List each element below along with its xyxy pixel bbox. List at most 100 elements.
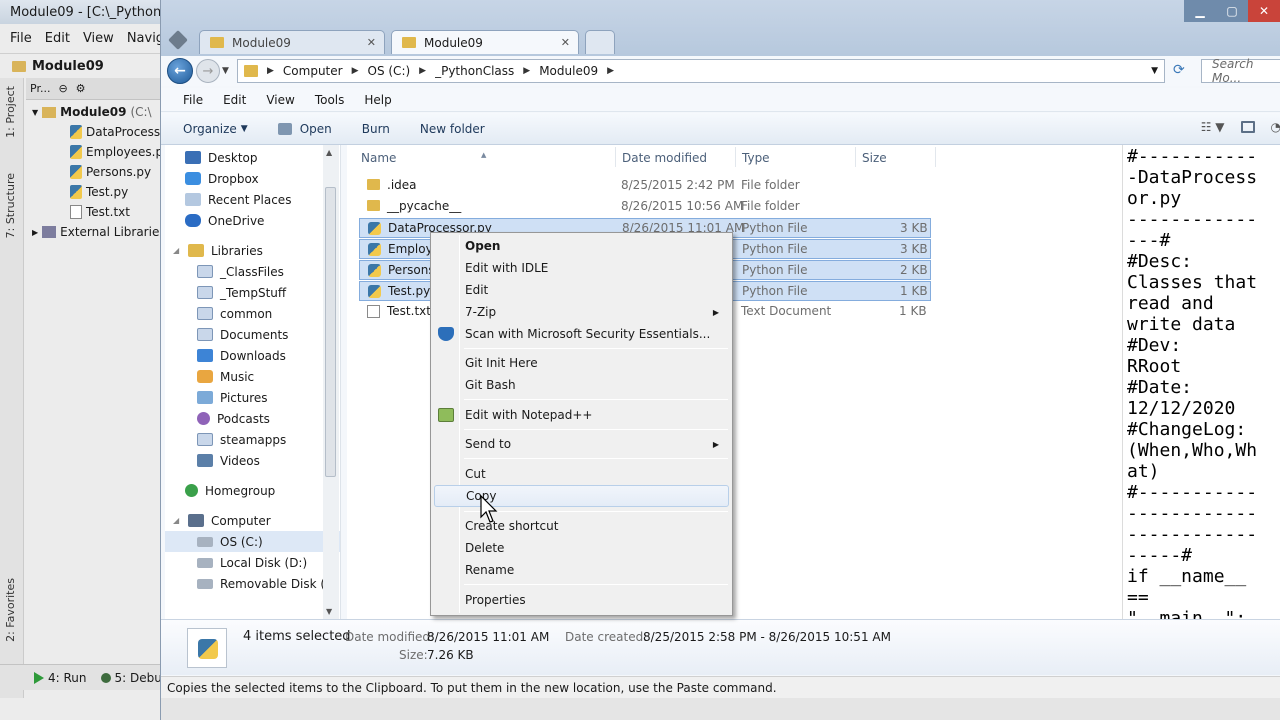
menu-item-open[interactable]: Open [434,235,729,257]
project-panel-label[interactable]: Pr... [30,82,50,95]
settings-icon[interactable]: ⚙ [76,82,86,95]
address-dropdown-icon[interactable]: ▼ [1151,66,1158,76]
file-row[interactable]: .idea 8/25/2015 2:42 PM File folder [359,176,931,196]
menu-item-edit[interactable]: Edit [434,279,729,301]
open-button[interactable]: Open [277,122,332,136]
nav-item-library[interactable]: Videos [165,450,340,471]
tree-item[interactable]: DataProcessor.py [26,122,160,142]
minimize-icon[interactable]: ▁ [1184,0,1216,22]
nav-item-drive-f[interactable]: Removable Disk (F:) [165,573,340,594]
nav-item-library[interactable]: Pictures [165,387,340,408]
menu-item-git-bash[interactable]: Git Bash [434,374,729,396]
column-divider[interactable] [615,147,616,167]
expand-arrow-icon[interactable]: ◢ [173,516,181,525]
structure-tool-tab[interactable]: 7: Structure [4,173,17,238]
nav-item-libraries[interactable]: ◢ Libraries [165,240,340,261]
expand-arrow-icon[interactable]: ◢ [173,246,181,255]
nav-item-library[interactable]: common [165,303,340,324]
menu-item-properties[interactable]: Properties [434,589,729,611]
menu-item-git-init[interactable]: Git Init Here [434,352,729,374]
menu-tools[interactable]: Tools [315,93,345,107]
nav-item-computer[interactable]: ◢ Computer [165,510,340,531]
expand-arrow-icon[interactable]: ▶ [32,228,38,237]
search-input[interactable]: Search Mo... [1201,57,1280,85]
nav-item-library[interactable]: steamapps [165,429,340,450]
organize-button[interactable]: Organize ▼ [183,122,248,136]
nav-item-library[interactable]: _TempStuff [165,282,340,303]
breadcrumb-os-c[interactable]: OS (C:) [368,64,411,78]
address-bar[interactable]: ▶ Computer ▶ OS (C:) ▶ _PythonClass ▶ Mo… [237,59,1165,83]
forward-arrow-icon[interactable]: → [196,59,220,83]
navigation-scrollbar[interactable]: ▲ ▼ [323,145,339,619]
menu-item-notepad[interactable]: Edit with Notepad++ [434,404,729,426]
tab-module09-active[interactable]: Module09 ✕ [391,30,579,54]
pycharm-breadcrumb[interactable]: Module09 [0,54,160,78]
tree-external-libraries[interactable]: ▶ External Libraries [26,222,160,242]
breadcrumb-module09[interactable]: Module09 [539,64,598,78]
tree-item[interactable]: Employees.py [26,142,160,162]
maximize-icon[interactable]: ▢ [1216,0,1248,22]
new-folder-button[interactable]: New folder [420,122,485,136]
nav-item-drive-c[interactable]: OS (C:) [165,531,340,552]
tab-close-icon[interactable]: ✕ [367,36,376,49]
breadcrumb-separator-icon[interactable]: ▶ [523,66,530,76]
back-arrow-icon[interactable]: ← [167,58,193,84]
menu-file[interactable]: File [183,93,203,107]
menu-item-send-to[interactable]: Send to ▶ [434,433,729,455]
pycharm-menu-edit[interactable]: Edit [45,31,70,46]
menu-item-rename[interactable]: Rename [434,559,729,581]
tree-item[interactable]: Test.txt [26,202,160,222]
help-icon[interactable]: ◔ [1271,120,1280,134]
column-header-size[interactable]: Size [862,151,887,165]
scroll-down-icon[interactable]: ▼ [326,607,332,616]
pycharm-menu-view[interactable]: View [83,31,114,46]
history-dropdown-icon[interactable]: ▼ [222,66,229,76]
menu-item-7zip[interactable]: 7-Zip ▶ [434,301,729,323]
column-divider[interactable] [935,147,936,167]
column-divider[interactable] [735,147,736,167]
project-tool-tab[interactable]: 1: Project [4,86,17,138]
menu-help[interactable]: Help [364,93,391,107]
nav-item-recent-places[interactable]: Recent Places [165,189,340,210]
tree-root[interactable]: ▼ Module09 (C:\ [26,102,160,122]
pin-icon[interactable] [168,30,188,50]
refresh-icon[interactable]: ⟳ [1173,62,1193,80]
tab-close-icon[interactable]: ✕ [561,36,570,49]
burn-button[interactable]: Burn [362,122,390,136]
breadcrumb-separator-icon[interactable]: ▶ [419,66,426,76]
nav-item-library[interactable]: Downloads [165,345,340,366]
file-row[interactable]: __pycache__ 8/26/2015 10:56 AM File fold… [359,197,931,217]
breadcrumb-computer[interactable]: Computer [283,64,343,78]
breadcrumb-pythonclass[interactable]: _PythonClass [435,64,514,78]
code-editor[interactable]: #----------- -DataProcess or.py -----------… [1117,145,1280,619]
nav-item-library[interactable]: _ClassFiles [165,261,340,282]
scroll-up-icon[interactable]: ▲ [326,148,332,157]
menu-edit[interactable]: Edit [223,93,246,107]
column-header-date[interactable]: Date modified [622,151,707,165]
debug-tool-tab[interactable]: 5: Debu [100,671,162,685]
nav-item-library[interactable]: Podcasts [165,408,340,429]
menu-item-edit-with-idle[interactable]: Edit with IDLE [434,257,729,279]
menu-item-cut[interactable]: Cut [434,463,729,485]
nav-item-dropbox[interactable]: Dropbox [165,168,340,189]
breadcrumb-separator-icon[interactable]: ▶ [267,66,274,76]
nav-item-homegroup[interactable]: Homegroup [165,480,340,501]
tree-item[interactable]: Persons.py [26,162,160,182]
nav-item-library[interactable]: Music [165,366,340,387]
favorites-tool-tab[interactable]: 2: Favorites [4,578,17,642]
preview-pane-icon[interactable] [1240,121,1255,133]
view-options-icon[interactable]: ☷ ▼ [1201,120,1225,134]
breadcrumb-separator-icon[interactable]: ▶ [352,66,359,76]
nav-item-library[interactable]: Documents [165,324,340,345]
breadcrumb-separator-icon[interactable]: ▶ [607,66,614,76]
expand-arrow-icon[interactable]: ▼ [32,108,38,117]
column-header-name[interactable]: Name [361,151,396,165]
nav-item-onedrive[interactable]: OneDrive [165,210,340,231]
menu-item-scan[interactable]: Scan with Microsoft Security Essentials.… [434,323,729,345]
column-header-type[interactable]: Type [742,151,770,165]
tree-item[interactable]: Test.py [26,182,160,202]
collapse-icon[interactable]: ⊖ [58,82,67,95]
new-tab-button[interactable] [585,30,615,54]
column-divider[interactable] [855,147,856,167]
close-window-icon[interactable]: ✕ [1248,0,1280,22]
